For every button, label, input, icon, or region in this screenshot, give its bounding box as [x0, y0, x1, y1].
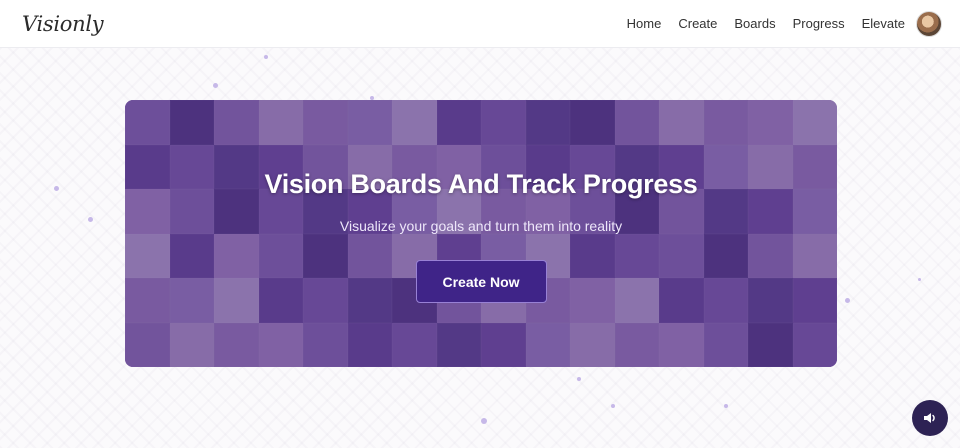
- hero-subtitle: Visualize your goals and turn them into …: [339, 218, 623, 234]
- brand-logo[interactable]: Visionly: [22, 12, 104, 36]
- decorative-dot: [845, 298, 850, 303]
- decorative-dot: [264, 55, 268, 59]
- decorative-dot: [577, 377, 581, 381]
- user-avatar[interactable]: [916, 10, 942, 37]
- hero-title: Vision Boards And Track Progress: [264, 169, 698, 199]
- hero-banner: Vision Boards And Track Progress Visuali…: [125, 100, 837, 367]
- main-nav: Home Create Boards Progress Elevate: [610, 10, 942, 37]
- nav-home[interactable]: Home: [627, 16, 662, 31]
- decorative-dot: [88, 217, 93, 222]
- decorative-dot: [724, 404, 728, 408]
- hero-content: Vision Boards And Track Progress Visuali…: [125, 100, 837, 367]
- decorative-dot: [918, 278, 921, 281]
- decorative-dot: [54, 186, 59, 191]
- speaker-icon: [924, 413, 935, 423]
- nav-create[interactable]: Create: [678, 16, 717, 31]
- top-navbar: Visionly Home Create Boards Progress Ele…: [0, 0, 960, 48]
- audio-toggle-button[interactable]: [912, 400, 948, 436]
- nav-elevate[interactable]: Elevate: [862, 16, 905, 31]
- nav-progress[interactable]: Progress: [793, 16, 845, 31]
- create-now-button[interactable]: Create Now: [415, 260, 547, 303]
- nav-boards[interactable]: Boards: [734, 16, 775, 31]
- decorative-dot: [481, 418, 487, 424]
- decorative-dot: [611, 404, 615, 408]
- decorative-dot: [213, 83, 218, 88]
